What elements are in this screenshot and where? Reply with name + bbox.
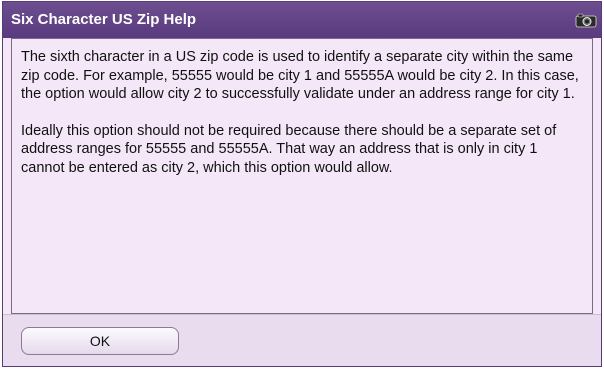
help-dialog: Six Character US Zip Help The sixth char… <box>2 1 602 367</box>
dialog-titlebar[interactable]: Six Character US Zip Help <box>3 2 601 38</box>
dialog-title: Six Character US Zip Help <box>11 11 197 28</box>
help-paragraph-1: The sixth character in a US zip code is … <box>21 49 579 102</box>
help-paragraph-2: Ideally this option should not be requir… <box>21 122 557 176</box>
dialog-footer: OK <box>3 314 601 366</box>
camera-icon[interactable] <box>575 12 597 28</box>
ok-button[interactable]: OK <box>21 327 179 355</box>
help-text-area: The sixth character in a US zip code is … <box>11 38 593 314</box>
